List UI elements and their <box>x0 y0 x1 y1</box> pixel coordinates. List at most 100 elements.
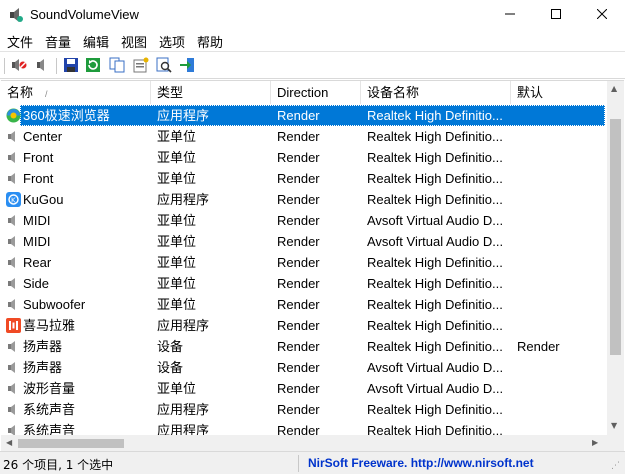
horizontal-scrollbar[interactable]: ◀ ▶ <box>1 435 607 451</box>
horizontal-scroll-thumb[interactable] <box>18 439 124 448</box>
menu-bar: 文件 音量 编辑 视图 选项 帮助 <box>0 30 625 51</box>
cell-default <box>517 420 607 435</box>
cell-default <box>517 147 607 168</box>
cell-direction: Render <box>277 108 320 123</box>
scrollbar-corner <box>607 435 624 451</box>
find-button[interactable] <box>154 56 174 76</box>
resize-grip-icon[interactable]: ⋰ <box>611 461 620 471</box>
column-header-direction[interactable]: Direction <box>271 81 361 104</box>
column-header-device-name[interactable]: 设备名称 <box>361 81 511 104</box>
unmute-icon <box>33 57 49 76</box>
scroll-right-icon[interactable]: ▶ <box>592 438 598 447</box>
cell-direction: Render <box>277 129 320 144</box>
cell-default <box>517 252 607 273</box>
speaker-icon <box>6 297 21 312</box>
cell-direction: Render <box>277 150 320 165</box>
menu-options[interactable]: 选项 <box>159 32 185 51</box>
column-header-default[interactable]: 默认 <box>511 81 607 104</box>
table-row[interactable]: K KuGou 应用程序 Render Realtek High Definitio..… <box>1 189 607 210</box>
table-row[interactable]: Rear 亚单位 Render Realtek High Definitio... <box>1 252 607 273</box>
table-row[interactable]: 波形音量 亚单位 Render Avsoft Virtual Audio D... <box>1 378 607 399</box>
window-title: SoundVolumeView <box>30 7 139 22</box>
table-row[interactable]: Front 亚单位 Render Realtek High Definitio... <box>1 168 607 189</box>
table-row[interactable]: 喜马拉雅 应用程序 Render Realtek High Definitio... <box>1 315 607 336</box>
menu-view[interactable]: 视图 <box>121 32 147 51</box>
cell-default <box>517 210 607 231</box>
copy-button[interactable] <box>107 56 127 76</box>
cell-direction: Render <box>277 339 320 354</box>
cell-device-name: Realtek High Definitio... <box>367 423 503 435</box>
table-row[interactable]: 360极速浏览器 应用程序 Render Realtek High Definitio… <box>1 105 607 126</box>
cell-direction: Render <box>277 318 320 333</box>
cell-name: Front <box>23 150 54 165</box>
cell-type: 亚单位 <box>157 129 197 144</box>
cell-device-name: Avsoft Virtual Audio D... <box>367 381 504 396</box>
minimize-button[interactable] <box>487 0 533 30</box>
refresh-button[interactable] <box>83 56 103 76</box>
close-button[interactable] <box>579 0 625 30</box>
cell-type: 亚单位 <box>157 276 197 291</box>
table-row[interactable]: 系统声音 应用程序 Render Realtek High Definitio... <box>1 420 607 435</box>
sort-indicator-icon: / <box>45 89 48 99</box>
toolbar <box>0 51 625 79</box>
close-icon <box>596 8 608 22</box>
table-row[interactable]: Side 亚单位 Render Realtek High Definitio... <box>1 273 607 294</box>
scroll-left-icon[interactable]: ◀ <box>6 438 12 447</box>
scroll-down-icon[interactable]: ▼ <box>611 421 617 430</box>
table-row[interactable]: 系统声音 应用程序 Render Realtek High Definitio... <box>1 399 607 420</box>
exit-button[interactable] <box>177 56 197 76</box>
cell-default: Render <box>517 339 560 354</box>
table-row[interactable]: 扬声器 设备 Render Avsoft Virtual Audio D... <box>1 357 607 378</box>
cell-type: 亚单位 <box>157 171 197 186</box>
mute-button[interactable] <box>9 56 29 76</box>
nirsoft-link[interactable]: NirSoft Freeware. http://www.nirsoft.net <box>308 456 534 470</box>
table-row[interactable]: 扬声器 设备 Render Realtek High Definitio... Rend… <box>1 336 607 357</box>
menu-help[interactable]: 帮助 <box>197 32 223 51</box>
audio-items-list[interactable]: 名称 / 类型 Direction 设备名称 默认 360极速浏览器 应用程序 Ren… <box>1 80 624 451</box>
cell-direction: Render <box>277 360 320 375</box>
minimize-icon <box>505 8 515 22</box>
cell-device-name: Realtek High Definitio... <box>367 318 503 333</box>
cell-type: 亚单位 <box>157 150 197 165</box>
menu-file[interactable]: 文件 <box>7 32 33 51</box>
vertical-scrollbar[interactable]: ▲ ▼ <box>607 81 624 435</box>
cell-name: 扬声器 <box>23 360 63 375</box>
refresh-icon <box>85 57 101 76</box>
cell-type: 应用程序 <box>157 192 210 207</box>
column-header-name-label: 名称 <box>7 85 34 100</box>
scroll-up-icon[interactable]: ▲ <box>611 84 617 93</box>
cell-device-name: Realtek High Definitio... <box>367 402 503 417</box>
save-button[interactable] <box>61 56 81 76</box>
cell-type: 亚单位 <box>157 255 197 270</box>
cell-type: 亚单位 <box>157 297 197 312</box>
speaker-icon <box>6 129 21 144</box>
maximize-icon <box>551 8 561 22</box>
properties-button[interactable] <box>131 56 151 76</box>
cell-device-name: Realtek High Definitio... <box>367 108 503 123</box>
table-row[interactable]: Subwoofer 亚单位 Render Realtek High Definitio… <box>1 294 607 315</box>
menu-edit[interactable]: 编辑 <box>83 32 109 51</box>
table-row[interactable]: MIDI 亚单位 Render Avsoft Virtual Audio D... <box>1 210 607 231</box>
vertical-scroll-thumb[interactable] <box>610 119 621 355</box>
speaker-icon <box>6 402 21 417</box>
cell-device-name: Realtek High Definitio... <box>367 276 503 291</box>
table-row[interactable]: Center 亚单位 Render Realtek High Definitio... <box>1 126 607 147</box>
cell-name: 喜马拉雅 <box>23 318 76 333</box>
table-row[interactable]: Front 亚单位 Render Realtek High Definitio... <box>1 147 607 168</box>
cell-type: 设备 <box>157 339 184 354</box>
cell-name: MIDI <box>23 234 51 249</box>
cell-default <box>517 126 607 147</box>
speaker-icon <box>6 276 21 291</box>
table-row[interactable]: MIDI 亚单位 Render Avsoft Virtual Audio D... <box>1 231 607 252</box>
cell-direction: Render <box>277 192 320 207</box>
unmute-button[interactable] <box>31 56 51 76</box>
cell-name: 系统声音 <box>23 402 76 417</box>
ximalaya-icon <box>6 318 21 333</box>
mute-icon <box>11 57 27 76</box>
maximize-button[interactable] <box>533 0 579 30</box>
column-header-type[interactable]: 类型 <box>151 81 271 104</box>
cell-direction: Render <box>277 297 320 312</box>
menu-volume[interactable]: 音量 <box>45 32 71 51</box>
svg-text:K: K <box>11 196 16 204</box>
column-header-name[interactable]: 名称 / <box>1 81 151 104</box>
